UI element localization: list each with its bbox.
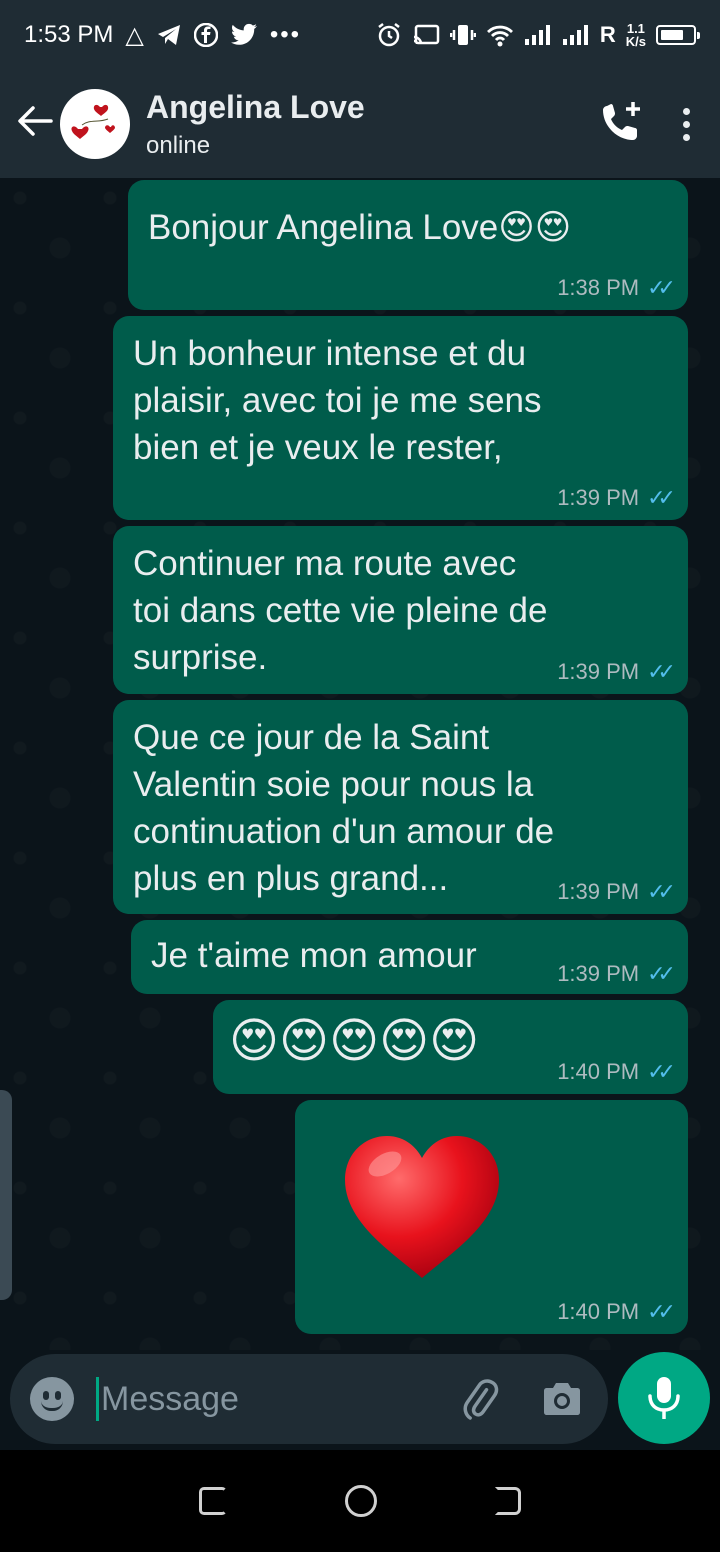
read-ticks-icon: ✓✓	[647, 659, 676, 684]
message-text: 😍😍😍😍😍	[229, 1015, 480, 1068]
read-ticks-icon: ✓✓	[647, 275, 676, 300]
message-time: 1:40 PM	[557, 1299, 640, 1324]
recent-apps-button[interactable]	[199, 1487, 227, 1515]
message-bubble[interactable]: Que ce jour de la Saint Valentin soie po…	[113, 700, 688, 914]
message-bubble[interactable]: Continuer ma route avec toi dans cette v…	[113, 526, 688, 694]
network-speed: 1.1 K/s	[625, 21, 646, 49]
microphone-icon	[648, 1377, 680, 1419]
read-ticks-icon: ✓✓	[647, 1299, 676, 1324]
message-text: Un bonheur intense et du plaisir, avec t…	[133, 334, 542, 467]
composer-bar	[0, 1350, 720, 1450]
status-time: 1:53 PM	[24, 21, 114, 48]
back-button[interactable]	[10, 102, 60, 147]
telegram-icon	[157, 25, 180, 45]
system-nav-bar	[0, 1450, 720, 1552]
facebook-icon	[193, 23, 218, 47]
message-bubble[interactable]: Je t'aime mon amour 1:39 PM ✓✓	[131, 920, 688, 994]
read-ticks-icon: ✓✓	[647, 879, 676, 904]
cast-icon	[413, 24, 440, 45]
message-meta: 1:40 PM ✓✓	[557, 1299, 676, 1324]
message-time: 1:38 PM	[557, 275, 640, 300]
read-ticks-icon: ✓✓	[647, 485, 676, 510]
edge-panel-handle[interactable]	[0, 1090, 12, 1300]
message-meta: 1:38 PM ✓✓	[557, 275, 676, 300]
message-text: Continuer ma route avec toi dans cette v…	[133, 544, 548, 677]
chat-header: Angelina Love online	[0, 70, 720, 178]
read-ticks-icon: ✓✓	[647, 961, 676, 986]
message-meta: 1:39 PM ✓✓	[557, 961, 676, 986]
message-text: Que ce jour de la Saint Valentin soie po…	[133, 718, 555, 898]
camera-button[interactable]	[540, 1377, 584, 1421]
hearts-avatar-icon	[62, 91, 128, 157]
text-cursor	[96, 1377, 99, 1421]
read-ticks-icon: ✓✓	[647, 1059, 676, 1084]
contact-name[interactable]: Angelina Love	[146, 89, 365, 126]
message-meta: 1:39 PM ✓✓	[557, 485, 676, 510]
status-bar: 1:53 PM △ ••• R 1.1 K/s	[0, 0, 720, 70]
message-input[interactable]	[101, 1379, 401, 1419]
avatar[interactable]	[60, 89, 130, 159]
alert-triangle-icon: △	[125, 21, 144, 49]
message-time: 1:40 PM	[557, 1059, 640, 1084]
more-dots-icon: •••	[269, 21, 302, 48]
message-time: 1:39 PM	[557, 961, 640, 986]
message-bubble[interactable]: 1:40 PM ✓✓	[295, 1100, 688, 1334]
attach-button[interactable]	[458, 1377, 502, 1421]
voice-message-button[interactable]	[618, 1352, 710, 1444]
red-heart-icon	[345, 1136, 499, 1278]
message-text: Bonjour Angelina Love😍😍	[148, 208, 572, 247]
twitter-icon	[230, 23, 257, 45]
emoji-button[interactable]	[30, 1377, 74, 1421]
signal-icon	[562, 25, 588, 45]
roaming-indicator: R	[599, 22, 616, 47]
vibrate-icon	[449, 25, 476, 45]
message-time: 1:39 PM	[557, 659, 640, 684]
message-meta: 1:39 PM ✓✓	[557, 659, 676, 684]
wifi-icon	[486, 25, 513, 47]
message-input-container	[10, 1354, 608, 1444]
arrow-left-icon	[18, 105, 53, 136]
message-bubble[interactable]: 😍😍😍😍😍 1:40 PM ✓✓	[213, 1000, 688, 1094]
phone-plus-icon	[603, 101, 640, 140]
message-time: 1:39 PM	[557, 485, 640, 510]
signal-icon	[524, 25, 550, 45]
camera-icon	[544, 1383, 580, 1415]
message-bubble[interactable]: Un bonheur intense et du plaisir, avec t…	[113, 316, 688, 520]
chat-area[interactable]: Bonjour Angelina Love😍😍 1:38 PM ✓✓ Un bo…	[0, 178, 720, 1350]
contact-status: online	[146, 131, 211, 159]
alarm-icon	[378, 23, 400, 47]
add-call-button[interactable]	[599, 100, 643, 149]
more-options-button[interactable]	[683, 107, 690, 141]
battery-icon	[656, 25, 700, 45]
message-text: Je t'aime mon amour	[151, 936, 477, 975]
message-meta: 1:39 PM ✓✓	[557, 879, 676, 904]
paperclip-icon	[463, 1379, 499, 1420]
message-bubble[interactable]: Bonjour Angelina Love😍😍 1:38 PM ✓✓	[128, 180, 688, 310]
back-nav-button[interactable]	[495, 1487, 521, 1515]
home-button[interactable]	[345, 1485, 377, 1517]
message-time: 1:39 PM	[557, 879, 640, 904]
message-meta: 1:40 PM ✓✓	[557, 1059, 676, 1084]
